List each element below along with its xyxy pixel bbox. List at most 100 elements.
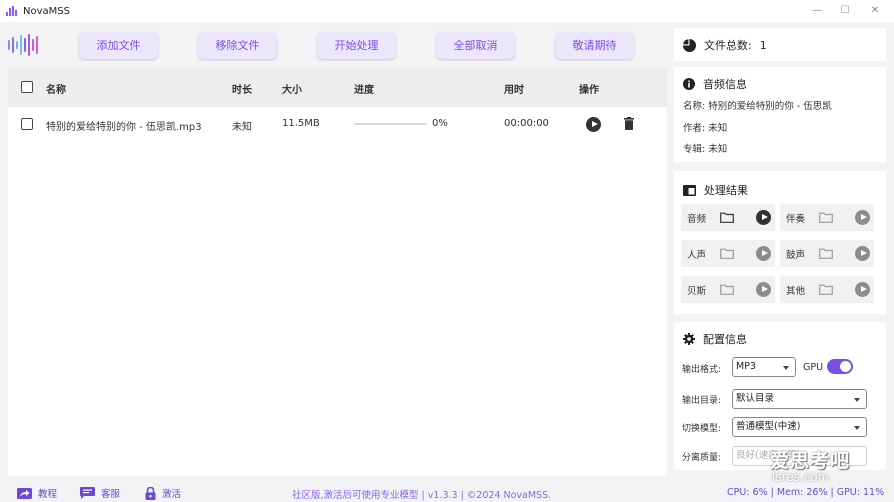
model-select[interactable]: 普通模型(中速) <box>732 417 867 437</box>
play-icon[interactable] <box>855 282 870 297</box>
model-value: 普通模型(中速) <box>736 421 801 432</box>
gpu-toggle[interactable] <box>827 359 853 374</box>
result-item: 人声 <box>681 240 775 267</box>
gpu-label: GPU <box>803 362 824 373</box>
result-item-label: 人声 <box>687 250 707 261</box>
cancel-all-button[interactable]: 全部取消 <box>436 32 515 59</box>
row-file-name: 特别的爱给特别的你 - 伍思凯.mp3 <box>46 122 202 133</box>
coming-soon-button[interactable]: 敬请期待 <box>555 32 634 59</box>
result-item: 伴奏 <box>780 204 874 231</box>
maximize-button[interactable]: ☐ <box>830 0 860 22</box>
result-item-label: 音频 <box>687 214 707 225</box>
audio-info-title: 音频信息 <box>703 78 747 91</box>
result-item: 鼓声 <box>780 240 874 267</box>
file-count-value: 1 <box>759 38 767 52</box>
result-item-label: 伴奏 <box>786 214 806 225</box>
format-label: 输出格式: <box>682 365 722 375</box>
tutorial-link[interactable]: 教程 <box>17 486 57 500</box>
chat-icon <box>80 487 95 499</box>
support-link[interactable]: 客服 <box>80 486 120 500</box>
model-label: 切换模型: <box>682 424 722 434</box>
audio-info-header: 音频信息 <box>683 76 747 92</box>
watermark-line1: 爱思考吧 <box>770 450 851 472</box>
app-logo-icon <box>8 34 40 56</box>
close-button[interactable]: ✕ <box>860 0 890 22</box>
support-label: 客服 <box>101 489 121 500</box>
row-duration: 未知 <box>232 122 252 133</box>
results-card: 处理结果 音频 伴奏人声 鼓声贝斯 其他 <box>674 171 886 314</box>
row-progress-bar <box>354 123 426 125</box>
folder-icon[interactable] <box>819 212 833 223</box>
folder-icon[interactable] <box>720 212 734 223</box>
chevron-down-icon <box>854 426 860 430</box>
header-size: 大小 <box>282 85 302 96</box>
result-item-label: 其他 <box>786 286 806 297</box>
lock-icon <box>145 486 156 500</box>
quality-label: 分离质量: <box>682 453 722 463</box>
info-icon <box>683 78 695 90</box>
minimize-button[interactable]: — <box>802 0 832 22</box>
select-all-checkbox[interactable] <box>21 81 33 93</box>
version-info: 社区版,激活后可使用专业模型 | v1.3.3 | ©2024 NovaMSS. <box>292 490 552 501</box>
result-item: 其他 <box>780 276 874 303</box>
activate-label: 激活 <box>162 489 182 500</box>
format-value: MP3 <box>736 361 756 372</box>
audio-name-label: 名称: <box>683 101 706 112</box>
file-table: 名称 时长 大小 进度 用时 操作 特别的爱给特别的你 - 伍思凯.mp3 未知… <box>8 68 667 476</box>
audio-album-value: 未知 <box>708 144 728 155</box>
file-count-label: 文件总数: <box>704 39 752 52</box>
folder-icon[interactable] <box>819 284 833 295</box>
audio-artist-label: 作者: <box>683 123 706 134</box>
audio-album-label: 专辑: <box>683 144 706 155</box>
row-time-used: 00:00:00 <box>504 118 549 129</box>
folder-icon[interactable] <box>819 248 833 259</box>
play-icon[interactable] <box>855 210 870 225</box>
play-icon[interactable] <box>756 246 771 261</box>
pie-chart-icon <box>683 38 696 52</box>
activate-link[interactable]: 激活 <box>145 486 181 500</box>
audio-info-card: 音频信息 名称: 特别的爱给特别的你 - 伍思凯 作者: 未知 专辑: 未知 <box>674 67 886 162</box>
format-select[interactable]: MP3 <box>732 357 796 377</box>
audio-name-value: 特别的爱给特别的你 - 伍思凯 <box>708 101 832 112</box>
dir-select[interactable]: 默认目录 <box>732 389 867 409</box>
toolbar: 添加文件 移除文件 开始处理 全部取消 敬请期待 <box>0 22 670 66</box>
tutorial-label: 教程 <box>38 489 58 500</box>
header-duration: 时长 <box>232 85 252 96</box>
file-count-row: 文件总数: 1 <box>683 37 767 53</box>
dir-label: 输出目录: <box>682 396 722 406</box>
config-title: 配置信息 <box>703 333 747 346</box>
header-name: 名称 <box>46 85 66 96</box>
app-icon <box>6 6 18 16</box>
play-icon[interactable] <box>756 282 771 297</box>
header-time-used: 用时 <box>504 85 524 96</box>
trash-icon[interactable] <box>624 117 634 130</box>
add-file-button[interactable]: 添加文件 <box>79 32 158 59</box>
play-icon[interactable] <box>855 246 870 261</box>
remove-file-button[interactable]: 移除文件 <box>198 32 277 59</box>
row-progress-text: 0% <box>432 118 448 129</box>
watermark: 爱思考吧 isres.com <box>768 446 884 492</box>
row-size: 11.5MB <box>282 118 320 129</box>
audio-name-row: 名称: 特别的爱给特别的你 - 伍思凯 <box>683 98 832 112</box>
title-bar: NovaMSS — ☐ ✕ <box>0 0 894 22</box>
folder-icon[interactable] <box>720 248 734 259</box>
watermark-line2: isres.com <box>772 470 830 484</box>
config-header: 配置信息 <box>683 331 747 347</box>
table-header: 名称 时长 大小 进度 用时 操作 <box>8 68 667 107</box>
share-arrow-icon <box>17 487 32 499</box>
result-item: 音频 <box>681 204 775 231</box>
result-item-label: 贝斯 <box>687 286 707 297</box>
audio-album-row: 专辑: 未知 <box>683 141 727 155</box>
folder-icon[interactable] <box>720 284 734 295</box>
audio-artist-row: 作者: 未知 <box>683 120 727 134</box>
chevron-down-icon <box>854 398 860 402</box>
file-count-card: 文件总数: 1 <box>674 28 886 61</box>
row-checkbox[interactable] <box>21 118 33 130</box>
window-title: NovaMSS <box>23 5 70 17</box>
start-process-button[interactable]: 开始处理 <box>317 32 396 59</box>
play-icon[interactable] <box>756 210 771 225</box>
audio-artist-value: 未知 <box>708 123 728 134</box>
play-icon[interactable] <box>586 117 601 132</box>
results-header: 处理结果 <box>683 182 748 198</box>
dir-value: 默认目录 <box>736 393 775 404</box>
